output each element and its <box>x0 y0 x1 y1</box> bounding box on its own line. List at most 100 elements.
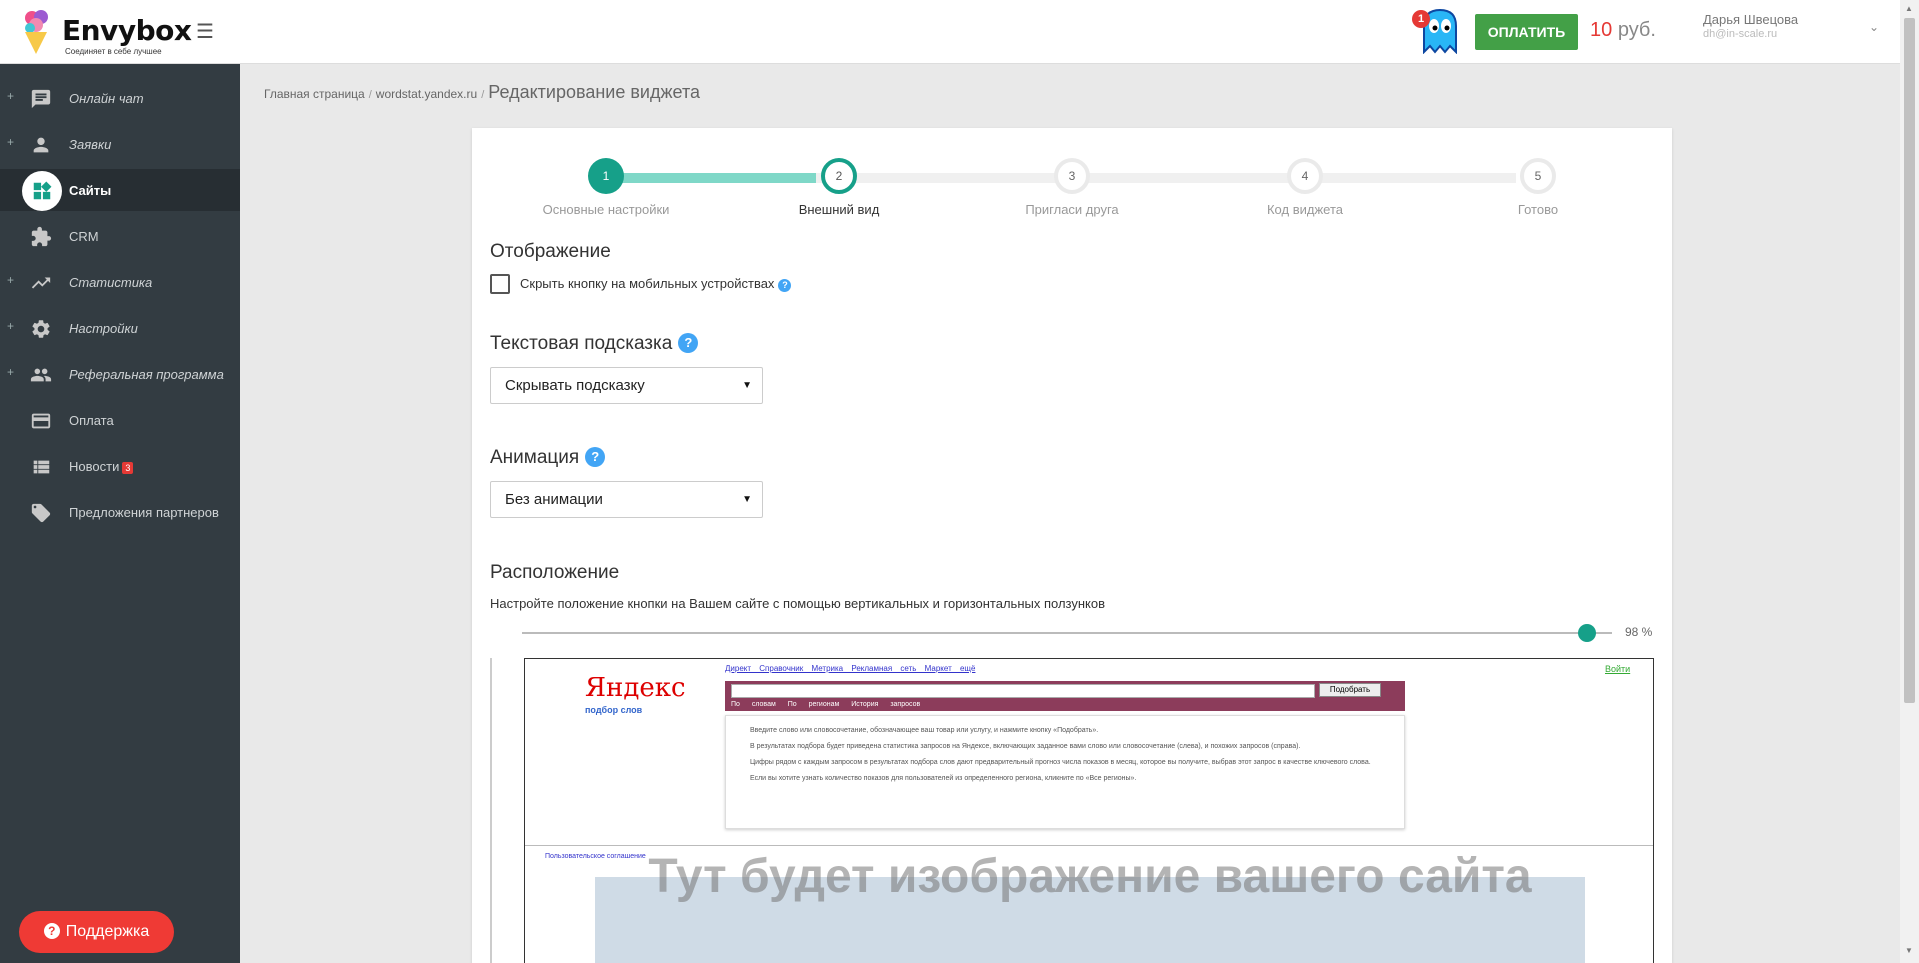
expand-plus-icon[interactable]: + <box>7 319 14 333</box>
hide-mobile-checkbox[interactable] <box>490 274 510 294</box>
pay-button[interactable]: ОПЛАТИТЬ <box>1475 14 1578 50</box>
horizontal-slider-track[interactable] <box>522 632 1612 634</box>
sidebar-item-partners[interactable]: Предложения партнеров <box>0 491 240 533</box>
support-button[interactable]: ? Поддержка <box>19 911 174 953</box>
breadcrumb-site[interactable]: wordstat.yandex.ru <box>376 87 477 101</box>
step-1-label: Основные настройки <box>542 202 670 217</box>
page-scrollbar[interactable]: ▲ ▼ <box>1900 0 1919 963</box>
preview-info-box: Введите слово или словосочетание, обозна… <box>725 715 1405 829</box>
person-icon <box>33 137 49 153</box>
list-icon <box>33 460 50 474</box>
sidebar-item-sites[interactable]: Сайты <box>0 169 240 211</box>
scroll-up-arrow-icon[interactable]: ▲ <box>1905 4 1913 13</box>
sidebar-item-label: Новости 3 <box>69 459 134 474</box>
animation-title-text: Анимация <box>490 447 580 468</box>
sidebar-item-settings[interactable]: + Настройки <box>0 307 240 349</box>
hide-mobile-text: Скрыть кнопку на мобильных устройствах <box>520 276 775 291</box>
page-title: Редактирование виджета <box>488 82 700 102</box>
stepper-remaining-line <box>816 173 1516 183</box>
position-section-title: Расположение <box>490 562 620 583</box>
step-3-label: Пригласи друга <box>1025 202 1119 217</box>
preview-paragraph: В результатах подбора будет приведена ст… <box>750 743 1301 750</box>
breadcrumb-home[interactable]: Главная страница <box>264 87 365 101</box>
sidebar: + Онлайн чат + Заявки Сайты CRM + Статис… <box>0 64 240 963</box>
sidebar-item-label: CRM <box>69 229 99 244</box>
horizontal-slider-value: 98 % <box>1625 625 1653 639</box>
step-4-circle[interactable]: 4 <box>1287 158 1323 194</box>
question-icon: ? <box>43 923 60 939</box>
card-icon <box>31 413 51 429</box>
step-1-circle[interactable]: 1 <box>588 158 624 194</box>
logo[interactable]: Envybox Соединяет в себе лучшее <box>22 8 192 58</box>
step-2-label: Внешний вид <box>798 202 880 217</box>
dashboard-icon <box>33 181 52 200</box>
hint-select[interactable]: Скрывать подсказку ▼ <box>490 367 763 404</box>
tag-icon <box>31 503 51 523</box>
sidebar-item-label: Оплата <box>69 413 114 428</box>
chat-icon <box>31 89 51 109</box>
step-2-circle[interactable]: 2 <box>821 158 857 194</box>
people-icon <box>30 368 52 382</box>
ice-cream-logo-icon <box>25 10 48 54</box>
support-label: Поддержка <box>65 923 150 940</box>
sidebar-item-referral[interactable]: + Реферальная программа <box>0 353 240 395</box>
scroll-down-arrow-icon[interactable]: ▼ <box>1905 946 1913 955</box>
sidebar-item-label: Онлайн чат <box>69 91 144 106</box>
chevron-down-icon: ▼ <box>742 494 752 505</box>
preview-search-button: Подобрать <box>1319 683 1381 697</box>
chevron-down-icon: ▼ <box>742 380 752 391</box>
preview-paragraph: Если вы хотите узнать количество показов… <box>750 775 1137 782</box>
preview-search-input <box>731 684 1315 698</box>
expand-plus-icon[interactable]: + <box>7 135 14 149</box>
step-5-label: Готово <box>1517 202 1559 217</box>
breadcrumb-separator: / <box>368 89 372 101</box>
scrollbar-thumb[interactable] <box>1904 18 1915 703</box>
sidebar-item-crm[interactable]: CRM <box>0 215 240 257</box>
user-name[interactable]: Дарья Швецова <box>1703 12 1798 27</box>
preview-paragraph: Цифры рядом с каждым запросом в результа… <box>750 759 1371 766</box>
sidebar-item-label: Сайты <box>69 183 112 198</box>
preview-site-logo: Яндекс <box>585 673 686 703</box>
expand-plus-icon[interactable]: + <box>7 365 14 379</box>
gear-icon <box>32 320 50 338</box>
help-icon[interactable]: ? <box>585 447 606 467</box>
horizontal-slider-thumb[interactable] <box>1578 624 1596 642</box>
sidebar-item-label: Заявки <box>69 137 112 152</box>
user-email: dh@in-scale.ru <box>1703 28 1778 40</box>
sidebar-item-news[interactable]: Новости 3 <box>0 445 240 487</box>
expand-plus-icon[interactable]: + <box>7 273 14 287</box>
sidebar-item-chat[interactable]: + Онлайн чат <box>0 77 240 119</box>
menu-toggle-icon[interactable]: ☰ <box>196 22 214 42</box>
hide-mobile-label[interactable]: Скрыть кнопку на мобильных устройствах? <box>520 276 792 292</box>
help-icon[interactable]: ? <box>678 333 699 353</box>
help-icon[interactable]: ? <box>778 279 792 292</box>
expand-plus-icon[interactable]: + <box>7 89 14 103</box>
step-5-circle[interactable]: 5 <box>1520 158 1556 194</box>
top-header: Envybox Соединяет в себе лучшее ☰ 1 ОПЛА… <box>0 0 1900 64</box>
preview-site-login: Войти <box>1605 664 1631 674</box>
preview-site-links: Директ Справочник Метрика Рекламная сеть… <box>725 664 976 673</box>
position-description: Настройте положение кнопки на Вашем сайт… <box>490 596 1105 611</box>
trending-icon <box>31 277 51 289</box>
step-3-circle[interactable]: 3 <box>1054 158 1090 194</box>
hint-section-title: Текстовая подсказка? <box>490 333 699 355</box>
chevron-down-icon[interactable]: ⌄ <box>1869 20 1879 34</box>
sidebar-item-statistics[interactable]: + Статистика <box>0 261 240 303</box>
sidebar-item-label: Предложения партнеров <box>69 505 219 520</box>
preview-site-logo-sub: подбор слов <box>585 705 643 715</box>
animation-select[interactable]: Без анимации ▼ <box>490 481 763 518</box>
balance-amount: 10 <box>1590 19 1613 41</box>
hint-select-value: Скрывать подсказку <box>505 377 645 394</box>
logo-title: Envybox <box>62 14 192 47</box>
news-count-badge: 3 <box>122 462 134 474</box>
widget-editor-card: 1 2 3 4 5 Основные настройки Внешний вид… <box>472 128 1672 963</box>
notification-badge: 1 <box>1412 10 1430 28</box>
vertical-slider-track[interactable] <box>490 658 492 963</box>
animation-section-title: Анимация? <box>490 447 606 469</box>
display-section-title: Отображение <box>490 241 611 262</box>
breadcrumb: Главная страница / wordstat.yandex.ru / Реда… <box>264 82 700 103</box>
preview-search-options: По словам По регионам История запросов <box>731 701 921 708</box>
sidebar-item-payment[interactable]: Оплата <box>0 399 240 441</box>
sidebar-item-requests[interactable]: + Заявки <box>0 123 240 165</box>
hint-title-text: Текстовая подсказка <box>490 333 673 354</box>
